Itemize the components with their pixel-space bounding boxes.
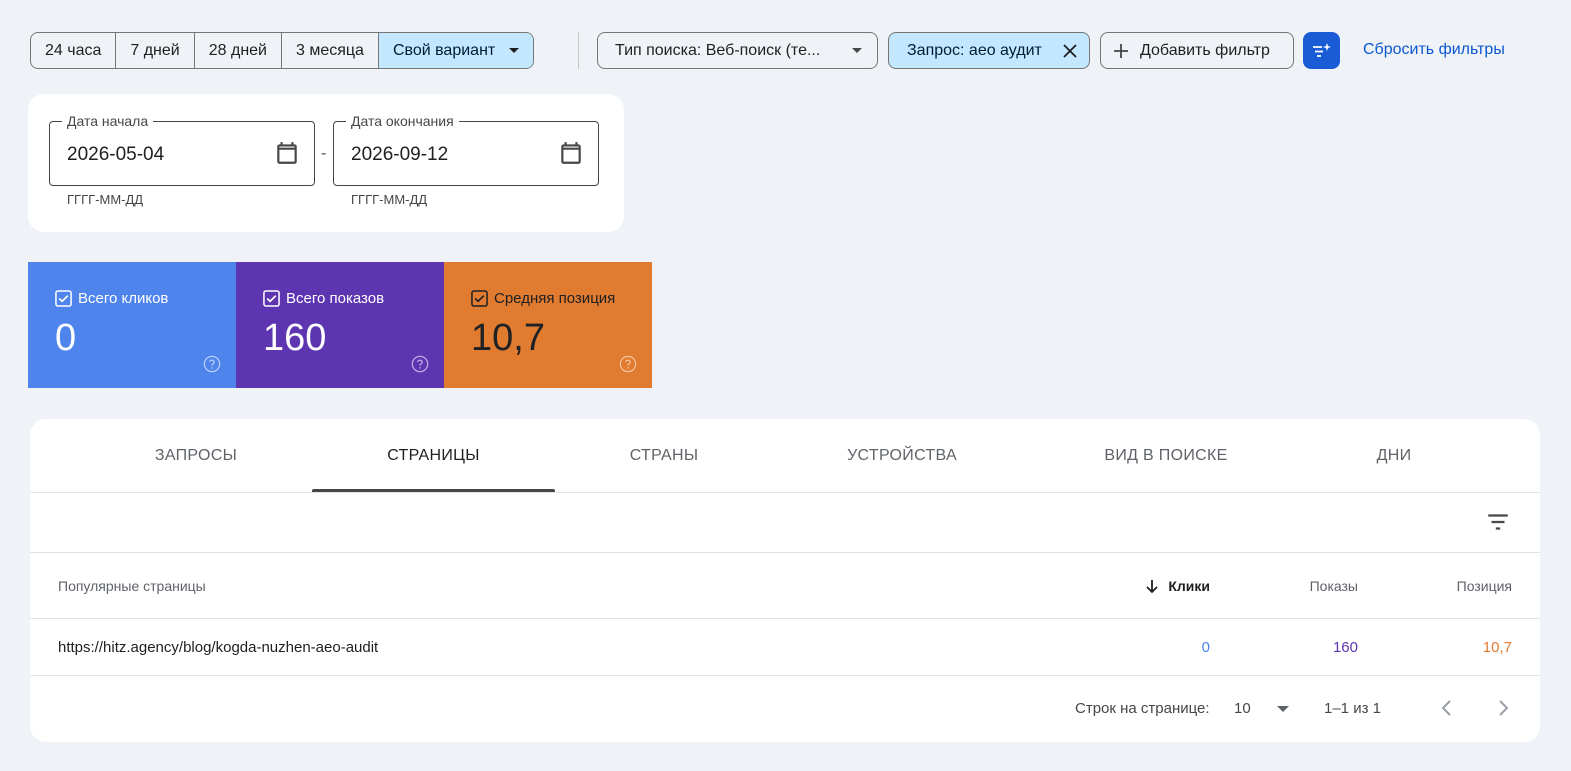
start-date-field[interactable]: Дата начала 2026-05-04 [49, 113, 315, 186]
dimension-tabs: ЗАПРОСЫ СТРАНИЦЫ СТРАНЫ УСТРОЙСТВА ВИД В… [30, 419, 1540, 493]
range-28-days-button[interactable]: 28 дней [195, 33, 282, 68]
total-impressions-label: Всего показов [286, 290, 385, 307]
checkbox-checked-icon[interactable] [55, 290, 72, 307]
column-header-pages: Популярные страницы [58, 578, 206, 594]
chevron-right-icon[interactable] [1491, 696, 1515, 720]
column-header-position[interactable]: Позиция [1457, 578, 1512, 594]
date-range-selector: 24 часа 7 дней 28 дней 3 месяца Свой вар… [30, 32, 535, 69]
column-header-clicks-label: Клики [1168, 578, 1210, 594]
tab-search-appearance[interactable]: ВИД В ПОИСКЕ [1031, 419, 1301, 493]
column-header-clicks[interactable]: Клики [1144, 578, 1210, 594]
help-icon[interactable] [203, 355, 221, 373]
end-date-hint: ГГГГ-ММ-ДД [351, 192, 428, 207]
sparkle-filter-icon [1312, 42, 1331, 57]
query-filter-label: Запрос: аео аудит [907, 41, 1042, 59]
checkbox-checked-icon[interactable] [263, 290, 280, 307]
start-date-label: Дата начала [62, 113, 154, 129]
average-position-value: 10,7 [471, 317, 545, 359]
rows-per-page-label: Строк на странице: [1075, 700, 1210, 717]
table-header: Популярные страницы Клики Показы Позиция [30, 553, 1540, 619]
results-table-card: ЗАПРОСЫ СТРАНИЦЫ СТРАНЫ УСТРОЙСТВА ВИД В… [30, 419, 1540, 742]
end-date-value[interactable]: 2026-09-12 [351, 144, 448, 166]
query-filter-chip[interactable]: Запрос: аео аудит [888, 32, 1090, 69]
checkbox-checked-icon[interactable] [471, 290, 488, 307]
end-date-field[interactable]: Дата окончания 2026-09-12 [333, 113, 599, 186]
search-type-filter-chip[interactable]: Тип поиска: Веб-поиск (те... [597, 32, 878, 69]
table-row[interactable]: https://hitz.agency/blog/kogda-nuzhen-ae… [30, 619, 1540, 676]
start-date-hint: ГГГГ-ММ-ДД [67, 192, 144, 207]
help-icon[interactable] [619, 355, 637, 373]
range-3-months-button[interactable]: 3 месяца [282, 33, 379, 68]
tab-queries[interactable]: ЗАПРОСЫ [58, 419, 334, 493]
rows-per-page-select[interactable]: 10 [1234, 700, 1289, 717]
pagination: Строк на странице: 10 1–1 из 1 [30, 676, 1540, 742]
range-custom-button[interactable]: Свой вариант [378, 33, 534, 68]
chevron-left-icon[interactable] [1435, 696, 1459, 720]
caret-down-icon [509, 48, 520, 53]
range-24-hours-button[interactable]: 24 часа [31, 33, 117, 68]
close-icon[interactable] [1055, 36, 1085, 66]
average-position-label: Средняя позиция [494, 290, 616, 307]
total-clicks-label: Всего кликов [78, 290, 169, 307]
date-picker-card: Дата начала 2026-05-04 - Дата окончания … [28, 94, 624, 232]
start-date-value[interactable]: 2026-05-04 [67, 144, 164, 166]
add-filter-label: Добавить фильтр [1140, 41, 1270, 59]
row-position: 10,7 [1482, 639, 1512, 656]
filter-icon[interactable] [1485, 509, 1511, 535]
calendar-icon[interactable] [558, 140, 584, 166]
pagination-range: 1–1 из 1 [1324, 700, 1381, 717]
row-clicks: 0 [1201, 639, 1210, 656]
help-icon[interactable] [411, 355, 429, 373]
range-7-days-button[interactable]: 7 дней [116, 33, 195, 68]
ai-filter-button[interactable] [1303, 32, 1340, 69]
reset-filters-link[interactable]: Сбросить фильтры [1363, 41, 1505, 59]
row-page-url[interactable]: https://hitz.agency/blog/kogda-nuzhen-ae… [58, 639, 378, 656]
toolbar-divider [578, 32, 579, 69]
caret-down-icon [852, 48, 862, 53]
active-tab-indicator [312, 489, 555, 492]
end-date-label: Дата окончания [346, 113, 459, 129]
search-type-label: Тип поиска: Веб-поиск (те... [615, 41, 821, 59]
total-impressions-value: 160 [263, 317, 327, 359]
column-header-impressions[interactable]: Показы [1310, 578, 1358, 594]
total-clicks-card[interactable]: Всего кликов 0 [28, 262, 236, 388]
table-filter-row [30, 493, 1540, 553]
tab-countries[interactable]: СТРАНЫ [555, 419, 773, 493]
caret-down-icon [1276, 705, 1289, 712]
date-separator: - [321, 145, 327, 162]
rows-per-page-value: 10 [1234, 700, 1251, 717]
add-filter-button[interactable]: Добавить фильтр [1100, 32, 1294, 69]
average-position-card[interactable]: Средняя позиция 10,7 [444, 262, 652, 388]
tab-devices[interactable]: УСТРОЙСТВА [773, 419, 1031, 493]
arrow-down-icon [1146, 580, 1158, 594]
plus-icon [1114, 43, 1128, 58]
row-impressions: 160 [1332, 639, 1358, 656]
tab-pages[interactable]: СТРАНИЦЫ [312, 419, 555, 493]
tab-days[interactable]: ДНИ [1301, 419, 1487, 493]
range-custom-label: Свой вариант [392, 41, 496, 59]
calendar-icon[interactable] [274, 140, 300, 166]
total-clicks-value: 0 [55, 317, 77, 359]
total-impressions-card[interactable]: Всего показов 160 [236, 262, 444, 388]
